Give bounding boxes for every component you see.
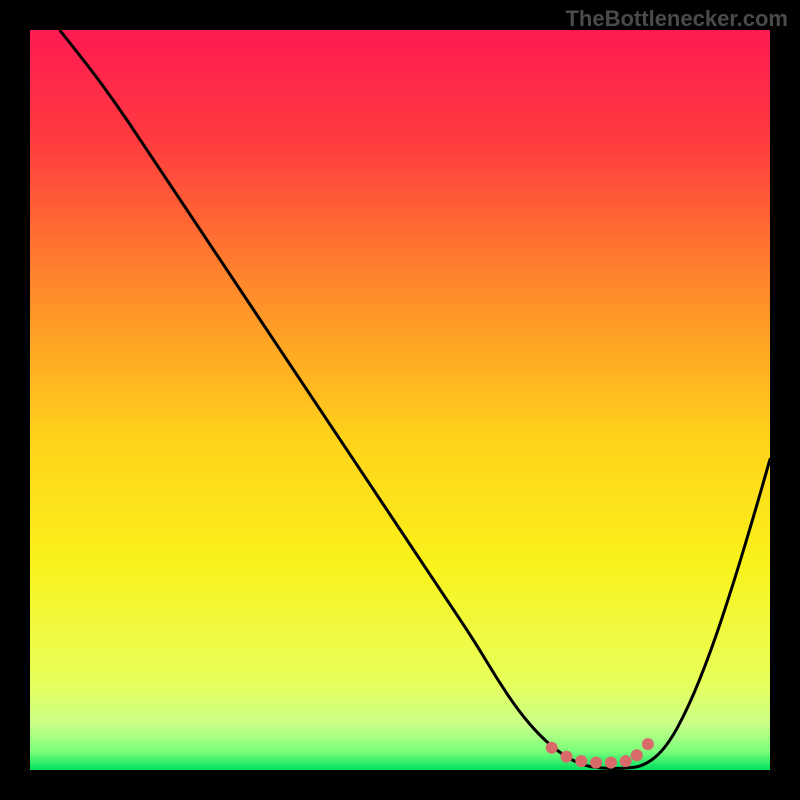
marker-dot	[546, 742, 558, 754]
marker-dot	[642, 738, 654, 750]
marker-dot	[561, 751, 573, 763]
marker-dot	[575, 755, 587, 767]
watermark-text: TheBottlenecker.com	[565, 6, 788, 32]
chart-container: TheBottlenecker.com	[0, 0, 800, 800]
marker-dot	[631, 749, 643, 761]
marker-dot	[605, 757, 617, 769]
marker-dot	[620, 755, 632, 767]
bottleneck-chart	[0, 0, 800, 800]
marker-dot	[590, 757, 602, 769]
